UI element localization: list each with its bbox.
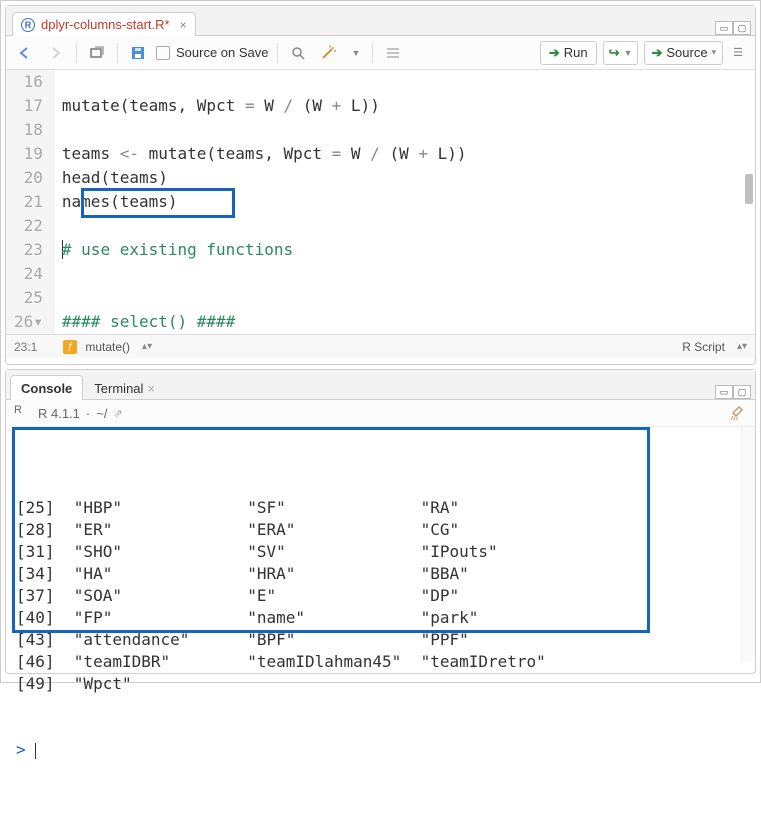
console-output[interactable]: [25] "HBP" "SF" "RA"[28] "ER" "ERA" "CG"… — [6, 427, 755, 661]
outline-icon[interactable] — [381, 44, 405, 62]
source-toolbar: Source on Save ▼ ➔ Run ↪ ▼ ➔ Source ▾ ☰ — [6, 36, 755, 70]
r-file-icon: R — [21, 18, 35, 32]
show-in-new-icon[interactable] — [85, 44, 109, 62]
file-tabbar: R dplyr-columns-start.R* × ▭ ▢ — [6, 6, 755, 36]
code-line[interactable]: head(teams) — [62, 166, 747, 190]
close-icon[interactable]: × — [180, 18, 187, 32]
wand-icon[interactable] — [316, 43, 342, 63]
r-logo-icon: R — [14, 404, 32, 422]
tab-terminal[interactable]: Terminal × — [83, 375, 166, 400]
wand-dropdown-icon[interactable]: ▼ — [348, 46, 365, 60]
forward-icon[interactable] — [44, 44, 68, 62]
console-row: [46] "teamIDBR" "teamIDlahman45" "teamID… — [16, 651, 745, 673]
console-scrollbar[interactable] — [741, 427, 755, 661]
code-line[interactable] — [62, 286, 747, 310]
source-label: Source — [666, 45, 707, 60]
minimize-icon[interactable]: ▭ — [715, 385, 733, 399]
code-line[interactable] — [62, 70, 747, 94]
clear-console-icon[interactable] — [729, 405, 747, 421]
r-version: R 4.1.1 — [38, 406, 80, 421]
run-button[interactable]: ➔ Run — [540, 41, 597, 65]
rerun-button[interactable]: ↪ ▼ — [603, 41, 639, 65]
annotation-highlight-console — [12, 427, 650, 633]
code-line[interactable]: #### select() #### — [62, 310, 747, 334]
file-tab[interactable]: R dplyr-columns-start.R* × — [12, 12, 196, 36]
console-tabbar: Console Terminal × ▭ ▢ — [6, 370, 755, 400]
source-arrow-icon: ➔ — [651, 45, 662, 61]
scope-updown-icon[interactable]: ▴▾ — [142, 341, 152, 352]
console-pane: Console Terminal × ▭ ▢ R R 4.1.1 · ~/ ⇗ … — [5, 369, 756, 674]
code-line[interactable] — [62, 118, 747, 142]
rerun-icon: ↪ — [609, 45, 620, 61]
console-prompt: > — [16, 740, 26, 759]
run-arrow-icon: ➔ — [549, 45, 560, 61]
code-line[interactable] — [62, 262, 747, 286]
panel-menu-icon[interactable]: ☰ — [729, 44, 747, 61]
lang-updown-icon[interactable]: ▴▾ — [737, 341, 747, 352]
source-pane: R dplyr-columns-start.R* × ▭ ▢ Source on… — [5, 5, 756, 365]
console-path-bar: R R 4.1.1 · ~/ ⇗ — [6, 400, 755, 427]
function-badge-icon: ƒ — [63, 340, 77, 354]
line -gutter: 1617181920212223242526▾ — [6, 70, 54, 334]
code-editor[interactable]: 1617181920212223242526▾ mutate(teams, Wp… — [6, 70, 755, 334]
console-row: [49] "Wpct" — [16, 673, 745, 695]
tab-console[interactable]: Console — [10, 375, 83, 400]
find-icon[interactable] — [286, 43, 310, 63]
source-button[interactable]: ➔ Source ▾ — [644, 41, 723, 65]
source-on-save-label: Source on Save — [176, 45, 269, 60]
maximize-icon[interactable]: ▢ — [733, 21, 751, 35]
console-cursor — [35, 743, 36, 759]
scrollbar-thumb[interactable] — [745, 174, 753, 204]
editor-statusbar: 23:1 ƒ mutate() ▴▾ R Script ▴▾ — [6, 334, 755, 358]
code-line[interactable]: # use existing functions — [62, 238, 747, 262]
file-tab-label: dplyr-columns-start.R* — [41, 17, 170, 32]
code-line[interactable]: mutate(teams, Wpct = W / (W + L)) — [62, 94, 747, 118]
close-icon[interactable]: × — [147, 381, 155, 396]
annotation-highlight-editor — [81, 188, 235, 218]
source-on-save-checkbox[interactable] — [156, 46, 170, 60]
language-label[interactable]: R Script — [682, 340, 725, 354]
working-dir: ~/ — [96, 406, 107, 421]
save-icon[interactable] — [126, 43, 150, 63]
code-line[interactable]: teams <- mutate(teams, Wpct = W / (W + L… — [62, 142, 747, 166]
back-icon[interactable] — [14, 44, 38, 62]
path-popout-icon[interactable]: ⇗ — [113, 407, 122, 420]
run-label: Run — [564, 45, 588, 60]
cursor-position: 23:1 — [14, 340, 37, 354]
scope-function[interactable]: mutate() — [85, 340, 130, 354]
minimize-icon[interactable]: ▭ — [715, 21, 733, 35]
maximize-icon[interactable]: ▢ — [733, 385, 751, 399]
